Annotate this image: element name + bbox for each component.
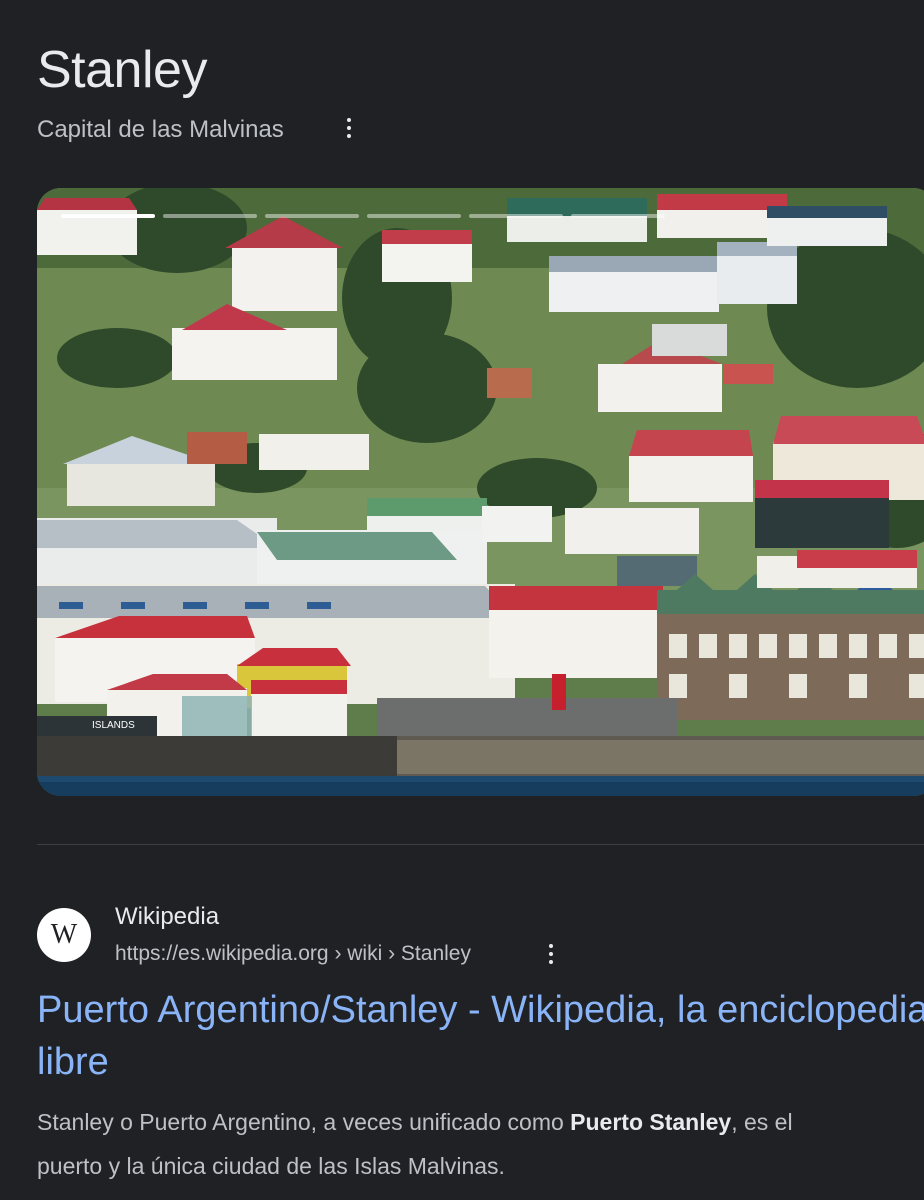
result-snippet: Stanley o Puerto Argentino, a veces unif…	[37, 1100, 924, 1188]
entity-title: Stanley	[37, 41, 207, 99]
result-site-name[interactable]: Wikipedia	[115, 902, 219, 932]
snippet-bold-term: Puerto Stanley	[570, 1109, 732, 1135]
result-title-line2: libre	[37, 1041, 109, 1083]
carousel-progress-segment[interactable]	[469, 214, 563, 218]
more-options-icon[interactable]	[337, 112, 361, 144]
hero-image-carousel[interactable]: ISLANDS	[37, 188, 924, 796]
photo-watermark: ISLANDS	[92, 720, 135, 731]
carousel-progress-segment[interactable]	[61, 214, 155, 218]
carousel-progress-segment[interactable]	[367, 214, 461, 218]
result-title-link[interactable]: Puerto Argentino/Stanley - Wikipedia, la…	[37, 984, 924, 1088]
snippet-line1: Stanley o Puerto Argentino, a veces unif…	[37, 1100, 924, 1144]
carousel-progress-segment[interactable]	[571, 214, 665, 218]
entity-subtitle: Capital de las Malvinas	[37, 116, 284, 143]
snippet-text-tail: , es el	[731, 1109, 793, 1135]
carousel-progress-segment[interactable]	[163, 214, 257, 218]
result-more-options-icon[interactable]	[539, 938, 563, 970]
carousel-progress	[61, 214, 665, 218]
section-divider	[37, 844, 924, 845]
result-title-line1: Puerto Argentino/Stanley - Wikipedia, la…	[37, 989, 924, 1031]
result-url[interactable]: https://es.wikipedia.org › wiki › Stanle…	[115, 940, 471, 968]
carousel-progress-segment[interactable]	[265, 214, 359, 218]
wikipedia-favicon-icon[interactable]: W	[37, 908, 91, 962]
snippet-line2: puerto y la única ciudad de las Islas Ma…	[37, 1153, 505, 1179]
snippet-text: Stanley o Puerto Argentino, a veces unif…	[37, 1109, 571, 1135]
town-harbour-photo: ISLANDS	[37, 188, 924, 796]
